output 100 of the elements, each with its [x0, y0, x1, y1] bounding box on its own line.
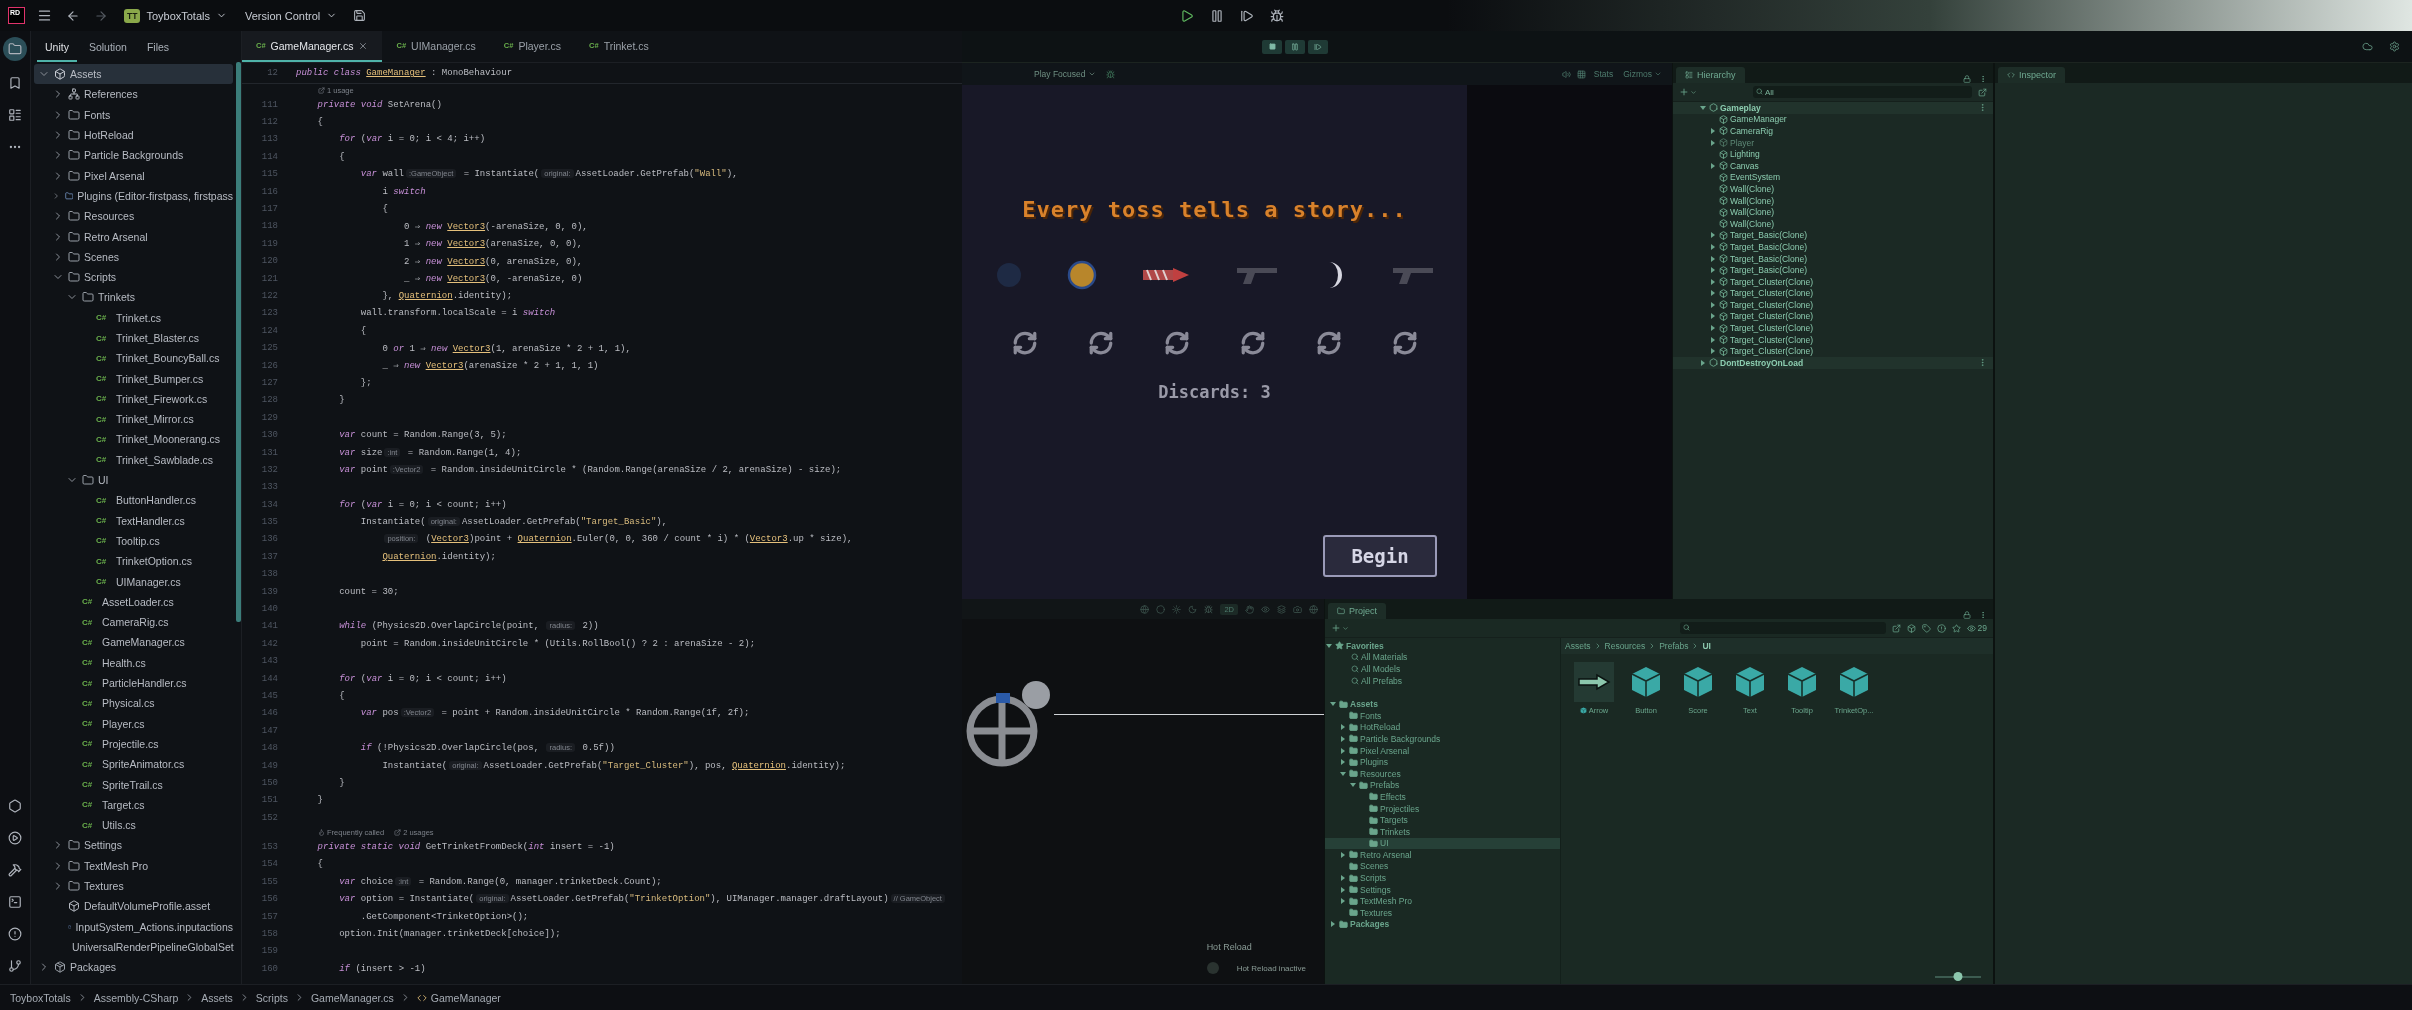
favorite-item[interactable]: All Materials [1325, 651, 1560, 664]
tree-item[interactable]: References [34, 84, 233, 105]
more-icon[interactable] [1978, 358, 1987, 368]
tree-item[interactable]: UI [34, 469, 233, 491]
hierarchy-item[interactable]: Lighting [1673, 148, 1993, 160]
more-icon[interactable] [1979, 611, 1987, 619]
tree-item[interactable]: HotReload [34, 124, 233, 146]
popout-icon[interactable] [1978, 87, 1987, 97]
tree-item[interactable]: C# Player.cs [34, 713, 233, 734]
bug-icon[interactable] [1105, 69, 1115, 79]
folder-item[interactable]: Retro Arsenal [1325, 849, 1560, 861]
breadcrumb-item[interactable]: Assembly-CSharp [93, 991, 179, 1004]
tree-item[interactable]: Plugins (Editor-firstpass, firstpass [34, 185, 233, 207]
close-icon[interactable] [358, 40, 369, 51]
hierarchy-item[interactable]: Target_Basic(Clone) [1673, 264, 1993, 276]
hierarchy-item[interactable]: Wall(Clone) [1673, 206, 1993, 218]
tree-item[interactable]: C# Physical.cs [34, 693, 233, 714]
tree-item[interactable]: C# TextHandler.cs [34, 510, 233, 531]
expand-arrow-icon[interactable] [1339, 897, 1347, 906]
tree-item[interactable]: C# Target.cs [34, 794, 233, 815]
hierarchy-item[interactable]: Target_Cluster(Clone) [1673, 287, 1993, 300]
tree-item[interactable]: Textures [34, 875, 233, 897]
expand-arrow-icon[interactable] [1709, 335, 1717, 344]
tree-item[interactable]: TextMesh Pro [34, 855, 233, 876]
favorite-item[interactable]: All Prefabs [1325, 674, 1560, 687]
tree-item[interactable]: C# AssetLoader.cs [34, 591, 233, 612]
project-tab[interactable]: Project [1328, 603, 1386, 619]
popout-icon[interactable] [1891, 623, 1901, 633]
tree-item[interactable]: C# ButtonHandler.cs [34, 490, 233, 511]
reroll-icon[interactable] [1087, 330, 1114, 356]
hierarchy-item[interactable]: Target_Cluster(Clone) [1673, 333, 1993, 346]
favorite-item[interactable]: All Models [1325, 663, 1560, 675]
tree-item[interactable]: Assets [34, 64, 233, 85]
hierarchy-item[interactable]: Target_Cluster(Clone) [1673, 299, 1993, 311]
reroll-icon[interactable] [1315, 330, 1342, 356]
inspector-tab[interactable]: Inspector [1998, 67, 2066, 83]
tree-item[interactable]: C# Trinket_Blaster.cs [34, 327, 233, 349]
hierarchy-item[interactable]: Target_Cluster(Clone) [1673, 275, 1993, 288]
expand-arrow-icon[interactable] [1329, 920, 1337, 929]
more-icon[interactable] [1979, 75, 1987, 83]
expand-arrow-icon[interactable] [1709, 242, 1717, 251]
expand-arrow-icon[interactable] [1709, 300, 1717, 309]
folder-item[interactable]: Packages [1325, 918, 1560, 931]
tree-item[interactable]: Particle Backgrounds [34, 145, 233, 166]
expand-arrow-icon[interactable] [1325, 641, 1333, 650]
hierarchy-item[interactable]: EventSystem [1673, 171, 1993, 184]
slider-thumb[interactable] [1953, 972, 1963, 981]
folder-item[interactable]: Pixel Arsenal [1325, 744, 1560, 757]
add-icon[interactable] [1679, 87, 1689, 97]
tree-item[interactable]: Scripts [34, 266, 233, 288]
folder-item[interactable]: Scripts [1325, 872, 1560, 884]
tree-item[interactable]: C# Projectile.cs [34, 733, 233, 755]
expand-arrow-icon[interactable] [1709, 312, 1717, 321]
tree-item[interactable]: Settings [34, 835, 233, 856]
expand-arrow-icon[interactable] [1709, 138, 1717, 147]
tree-item[interactable]: Fonts [34, 104, 233, 125]
folder-item[interactable]: Settings [1325, 883, 1560, 896]
tree-item[interactable]: C# Trinket_Bumper.cs [34, 368, 233, 389]
type-filter-icon[interactable] [1906, 623, 1916, 633]
scrollbar-thumb[interactable] [236, 62, 241, 622]
tree-item[interactable]: C# UIManager.cs [34, 571, 233, 592]
gizmos-button[interactable]: Gizmos [1621, 69, 1664, 79]
hierarchy-item[interactable]: Target_Basic(Clone) [1673, 229, 1993, 242]
folder-item[interactable]: Effects [1325, 791, 1560, 803]
hierarchy-item[interactable]: Wall(Clone) [1673, 217, 1993, 230]
lock-icon[interactable] [1963, 75, 1971, 83]
stop-button[interactable] [1262, 39, 1282, 54]
breadcrumb-item[interactable]: UI [1702, 641, 1711, 651]
hierarchy-item[interactable]: Target_Basic(Clone) [1673, 241, 1993, 253]
reroll-icon[interactable] [1239, 330, 1266, 356]
reroll-icon[interactable] [1163, 330, 1190, 356]
tree-item[interactable]: C# Trinket_Sawblade.cs [34, 449, 233, 470]
panel-tab[interactable]: Unity [37, 41, 77, 62]
more-icon[interactable] [1978, 103, 1987, 113]
expand-arrow-icon[interactable] [1709, 231, 1717, 240]
favorites-header[interactable]: Favorites [1325, 640, 1560, 652]
search-field[interactable] [1680, 622, 1886, 634]
breadcrumb-item[interactable]: Scripts [255, 991, 288, 1004]
lock-icon[interactable] [1963, 611, 1971, 619]
settings-icon[interactable] [2387, 39, 2402, 54]
expand-arrow-icon[interactable] [1709, 254, 1717, 263]
version-control-menu[interactable]: Version Control [241, 7, 342, 24]
tree-item[interactable]: Scenes [34, 246, 233, 267]
explorer-icon[interactable] [3, 37, 27, 61]
tree-item[interactable]: C# Trinket.cs [34, 307, 233, 328]
expand-arrow-icon[interactable] [1339, 746, 1347, 755]
folder-item[interactable]: Trinkets [1325, 825, 1560, 838]
expand-arrow-icon[interactable] [1709, 289, 1717, 298]
folder-item[interactable]: Prefabs [1325, 779, 1560, 792]
grid-icon[interactable] [1576, 69, 1586, 79]
tree-item[interactable]: C# Tooltip.cs [34, 530, 233, 552]
reroll-icon[interactable] [1011, 330, 1038, 356]
folder-item[interactable]: Particle Backgrounds [1325, 733, 1560, 745]
hierarchy-tab[interactable]: Hierarchy [1676, 67, 1745, 83]
expand-arrow-icon[interactable] [1709, 277, 1717, 286]
folder-item[interactable]: Resources [1325, 767, 1560, 780]
breadcrumb-item[interactable]: ToyboxTotals [10, 991, 71, 1004]
breadcrumb-item[interactable]: Prefabs [1659, 641, 1689, 651]
folder-item[interactable]: HotReload [1325, 721, 1560, 734]
tree-item[interactable]: C# CameraRig.cs [34, 612, 233, 633]
